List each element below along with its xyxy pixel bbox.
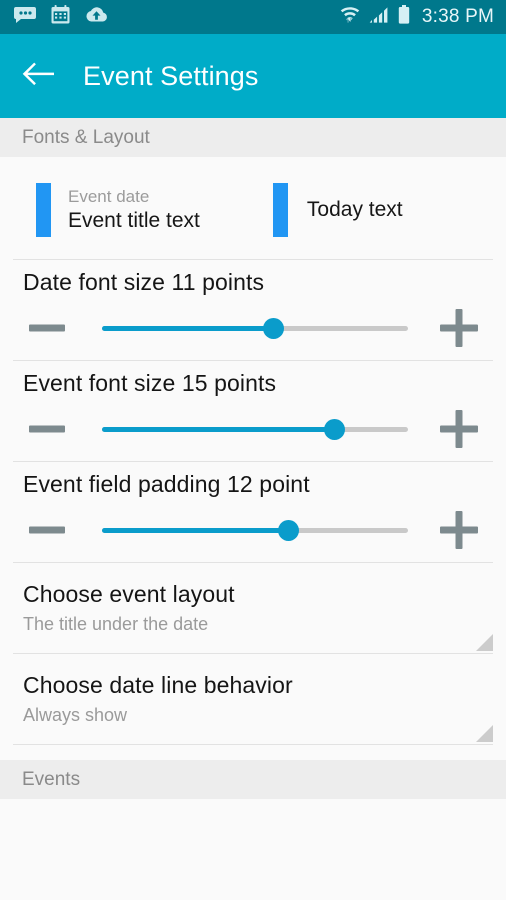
event-field-padding-label: Event field padding 12 point xyxy=(23,471,310,497)
slider-thumb[interactable] xyxy=(278,519,300,541)
section-header-fonts-layout: Fonts & Layout xyxy=(0,118,506,157)
event-field-padding-slider-row xyxy=(13,498,493,562)
app-bar: Event Settings xyxy=(0,34,506,118)
slider-thumb[interactable] xyxy=(324,418,346,440)
preference-date-font-size: Date font size 11 points xyxy=(0,260,506,360)
minus-icon xyxy=(29,526,65,534)
dropdown-corner-icon xyxy=(476,725,493,742)
preference-event-field-padding: Event field padding 12 point xyxy=(0,462,506,562)
preference-event-font-size: Event font size 15 points xyxy=(0,361,506,461)
event-field-padding-decrement-button[interactable] xyxy=(18,504,76,556)
settings-content: Fonts & Layout Event date Event title te… xyxy=(0,118,506,900)
preview-event-date: Event date xyxy=(68,187,150,206)
plus-icon-vertical xyxy=(455,309,463,347)
plus-icon-vertical xyxy=(455,511,463,549)
preview-event-title: Event title text xyxy=(68,209,200,232)
today-color-bar-icon xyxy=(272,183,288,237)
slider-fill xyxy=(102,527,289,533)
event-color-bar-icon xyxy=(36,183,51,237)
date-font-size-label: Date font size 11 points xyxy=(23,269,265,295)
choose-event-layout-summary: The title under the date xyxy=(23,614,209,634)
messages-icon xyxy=(14,6,36,28)
date-font-size-increment-button[interactable] xyxy=(430,302,488,354)
date-font-size-slider-row xyxy=(13,296,493,360)
event-field-padding-slider[interactable] xyxy=(102,510,408,550)
back-button[interactable] xyxy=(19,57,57,95)
slider-thumb[interactable] xyxy=(262,317,284,339)
preference-choose-date-line-behavior[interactable]: Choose date line behavior Always show xyxy=(0,654,506,744)
preference-choose-event-layout[interactable]: Choose event layout The title under the … xyxy=(0,563,506,653)
date-font-size-slider[interactable] xyxy=(102,308,408,348)
minus-icon xyxy=(29,324,65,332)
preview-today-sample: Today text xyxy=(272,183,403,237)
calendar-icon xyxy=(51,5,70,29)
event-font-size-label: Event font size 15 points xyxy=(23,370,277,396)
choose-date-line-behavior-title: Choose date line behavior xyxy=(23,672,293,698)
slider-fill xyxy=(102,426,335,432)
divider xyxy=(13,744,493,745)
preview-event-sample: Event date Event title text xyxy=(36,183,200,237)
event-font-size-slider-row xyxy=(13,397,493,461)
status-bar-clock: 3:38 PM xyxy=(421,6,494,27)
dropdown-corner-icon xyxy=(476,634,493,651)
minus-icon xyxy=(29,425,65,433)
font-preview: Event date Event title text Today text xyxy=(0,157,506,259)
status-bar-system-icons: 3:38 PM xyxy=(340,5,494,29)
event-font-size-increment-button[interactable] xyxy=(430,403,488,455)
date-font-size-decrement-button[interactable] xyxy=(18,302,76,354)
event-font-size-slider[interactable] xyxy=(102,409,408,449)
cloud-upload-icon xyxy=(85,6,108,28)
page-title: Event Settings xyxy=(83,60,259,91)
back-arrow-icon xyxy=(21,61,55,92)
cellular-signal-icon xyxy=(369,6,389,29)
wifi-icon xyxy=(340,5,360,29)
status-bar-notification-icons xyxy=(14,5,340,29)
preview-today-text: Today text xyxy=(306,198,403,221)
section-header-events: Events xyxy=(0,760,506,799)
choose-event-layout-title: Choose event layout xyxy=(23,581,235,607)
slider-fill xyxy=(102,325,274,331)
event-field-padding-increment-button[interactable] xyxy=(430,504,488,556)
event-font-size-decrement-button[interactable] xyxy=(18,403,76,455)
plus-icon-vertical xyxy=(455,410,463,448)
battery-icon xyxy=(398,5,410,29)
preview-event-texts: Event date Event title text xyxy=(68,186,200,234)
status-bar: 3:38 PM xyxy=(0,0,506,34)
choose-date-line-behavior-summary: Always show xyxy=(23,705,128,725)
